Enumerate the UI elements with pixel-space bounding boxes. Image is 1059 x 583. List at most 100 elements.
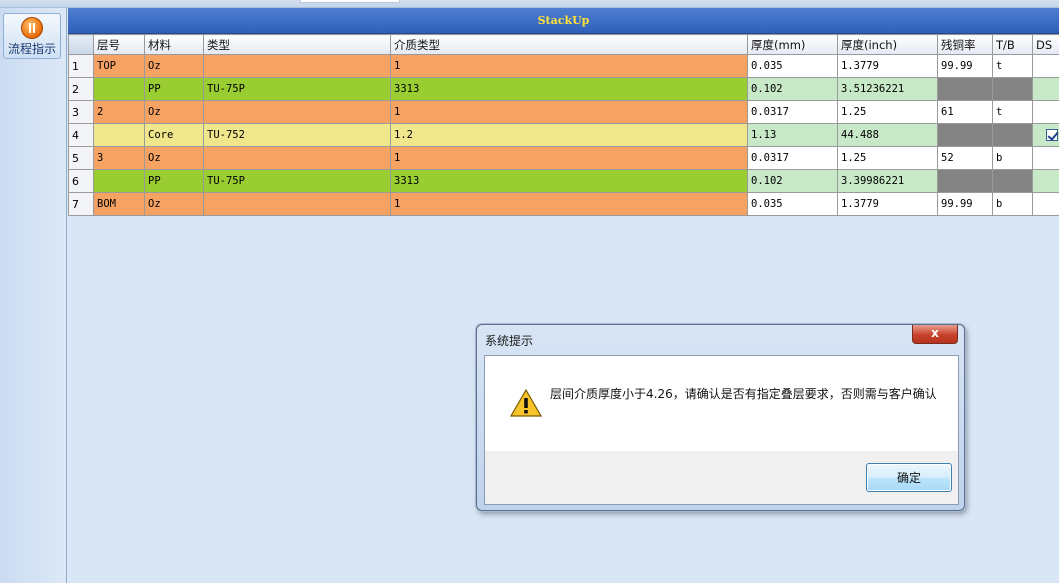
cell-thickness-inch[interactable]: 1.25 [837,146,938,170]
cell-thickness-mm[interactable]: 1.13 [747,123,838,147]
col-header-thickness-inch[interactable]: 厚度(inch) [837,34,938,55]
row-number[interactable]: 1 [68,54,94,78]
row-number[interactable]: 2 [68,77,94,101]
cell-thickness-inch[interactable]: 3.39986221 [837,169,938,193]
system-prompt-dialog: 系统提示 x 层间介质厚度小于4.26，请确认是否有指定叠层要求，否则需与客户确… [476,324,965,511]
cell-material[interactable]: Oz [144,146,204,170]
cell-type[interactable] [203,54,391,78]
cell-layer[interactable]: BOM [93,192,145,216]
dialog-title: 系统提示 [485,334,534,348]
cell-material[interactable]: Core [144,123,204,147]
cell-ds[interactable] [1032,192,1059,216]
row-number[interactable]: 4 [68,123,94,147]
cell-material[interactable]: Oz [144,54,204,78]
cell-dielectric[interactable]: 1 [390,54,748,78]
cell-layer[interactable] [93,123,145,147]
flow-indicator-button[interactable]: 流程指示 [3,13,61,59]
cell-layer[interactable] [93,77,145,101]
cell-type[interactable] [203,192,391,216]
cell-copper-ratio-disabled [937,77,993,101]
col-header-ds[interactable]: DS [1032,34,1059,55]
pause-icon [21,17,43,39]
cell-tb[interactable]: t [992,100,1033,124]
col-header-material[interactable]: 材料 [144,34,204,55]
col-header-thickness-mm[interactable]: 厚度(mm) [747,34,838,55]
cell-thickness-inch[interactable]: 44.488 [837,123,938,147]
ds-checkbox[interactable] [1046,129,1058,141]
col-header-tb[interactable]: T/B [992,34,1033,55]
cell-thickness-inch[interactable]: 1.25 [837,100,938,124]
cell-ds[interactable] [1032,146,1059,170]
row-number[interactable]: 3 [68,100,94,124]
cell-thickness-mm[interactable]: 0.102 [747,169,838,193]
cell-tb[interactable]: b [992,192,1033,216]
cell-tb-disabled [992,123,1033,147]
cell-type[interactable]: TU-75P [203,77,391,101]
cell-copper-ratio[interactable]: 61 [937,100,993,124]
col-header-layer[interactable]: 层号 [93,34,145,55]
cell-material[interactable]: Oz [144,192,204,216]
cell-layer[interactable] [93,169,145,193]
row-number[interactable]: 7 [68,192,94,216]
table-row[interactable]: 1 TOP Oz 1 0.035 1.3779 99.99 t [68,54,1059,78]
cell-ds[interactable] [1032,169,1059,193]
table-header-row: 层号 材料 类型 介质类型 厚度(mm) 厚度(inch) 残铜率 T/B DS [68,34,1059,55]
table-row[interactable]: 5 3 Oz 1 0.0317 1.25 52 b [68,146,1059,170]
cell-thickness-inch[interactable]: 1.3779 [837,192,938,216]
table-row[interactable]: 7 BOM Oz 1 0.035 1.3779 99.99 b [68,192,1059,216]
row-number[interactable]: 5 [68,146,94,170]
cell-dielectric[interactable]: 1 [390,192,748,216]
row-number[interactable]: 6 [68,169,94,193]
cell-type[interactable]: TU-752 [203,123,391,147]
cell-dielectric[interactable]: 1 [390,100,748,124]
dialog-message: 层间介质厚度小于4.26，请确认是否有指定叠层要求，否则需与客户确认 [550,387,937,401]
table-row[interactable]: 6 PP TU-75P 3313 0.102 3.39986221 [68,169,1059,193]
dialog-message-area: 层间介质厚度小于4.26，请确认是否有指定叠层要求，否则需与客户确认 [485,356,958,451]
cell-ds[interactable] [1032,54,1059,78]
col-header-dielectric[interactable]: 介质类型 [390,34,748,55]
cell-dielectric[interactable]: 3313 [390,77,748,101]
top-tab[interactable] [300,0,400,3]
cell-thickness-inch[interactable]: 3.51236221 [837,77,938,101]
cell-layer[interactable]: TOP [93,54,145,78]
cell-thickness-mm[interactable]: 0.102 [747,77,838,101]
col-header-copper-ratio[interactable]: 残铜率 [937,34,993,55]
top-tab-strip [0,0,1059,8]
table-row[interactable]: 3 2 Oz 1 0.0317 1.25 61 t [68,100,1059,124]
cell-thickness-inch[interactable]: 1.3779 [837,54,938,78]
col-header-type[interactable]: 类型 [203,34,391,55]
cell-tb[interactable]: b [992,146,1033,170]
cell-layer[interactable]: 2 [93,100,145,124]
close-icon[interactable]: x [912,325,958,344]
flow-indicator-label: 流程指示 [7,42,56,56]
cell-tb-disabled [992,169,1033,193]
cell-tb[interactable]: t [992,54,1033,78]
cell-material[interactable]: PP [144,77,204,101]
cell-type[interactable]: TU-75P [203,169,391,193]
table-row[interactable]: 4 Core TU-752 1.2 1.13 44.488 [68,123,1059,147]
cell-type[interactable] [203,100,391,124]
cell-copper-ratio[interactable]: 52 [937,146,993,170]
table-row[interactable]: 2 PP TU-75P 3313 0.102 3.51236221 [68,77,1059,101]
cell-dielectric[interactable]: 3313 [390,169,748,193]
sidebar: 流程指示 [0,8,67,583]
cell-material[interactable]: PP [144,169,204,193]
stackup-title: StackUp [537,14,590,27]
cell-ds[interactable] [1032,123,1059,147]
select-all-corner[interactable] [68,34,94,55]
cell-ds[interactable] [1032,77,1059,101]
cell-material[interactable]: Oz [144,100,204,124]
cell-thickness-mm[interactable]: 0.0317 [747,100,838,124]
cell-dielectric[interactable]: 1.2 [390,123,748,147]
cell-copper-ratio[interactable]: 99.99 [937,192,993,216]
cell-thickness-mm[interactable]: 0.035 [747,54,838,78]
cell-copper-ratio-disabled [937,169,993,193]
cell-thickness-mm[interactable]: 0.035 [747,192,838,216]
cell-thickness-mm[interactable]: 0.0317 [747,146,838,170]
cell-dielectric[interactable]: 1 [390,146,748,170]
cell-type[interactable] [203,146,391,170]
cell-ds[interactable] [1032,100,1059,124]
cell-layer[interactable]: 3 [93,146,145,170]
ok-button[interactable]: 确定 [866,463,952,492]
cell-copper-ratio[interactable]: 99.99 [937,54,993,78]
